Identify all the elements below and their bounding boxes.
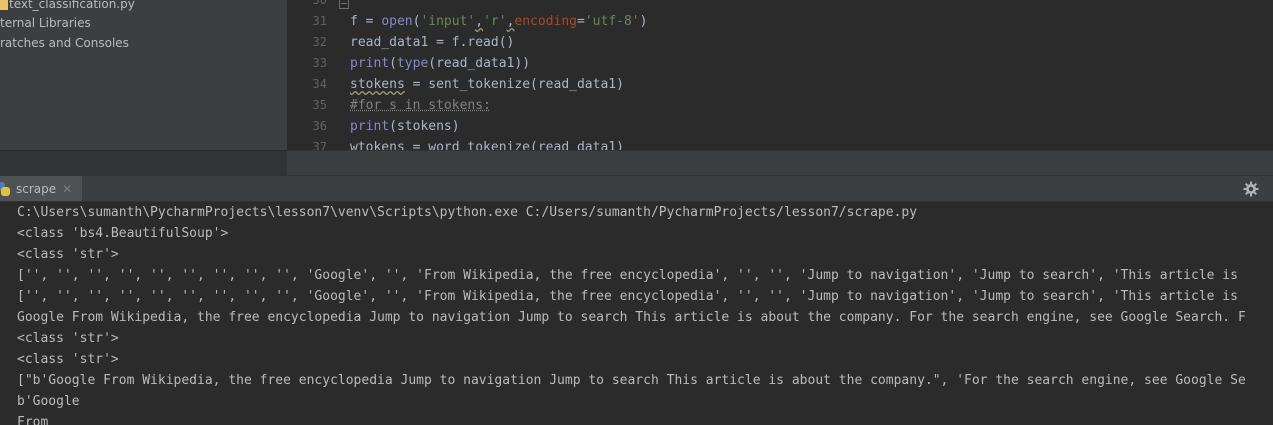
- line-number: 37: [312, 140, 327, 150]
- code-token: =: [577, 14, 585, 29]
- code-line[interactable]: print(stokens): [350, 116, 647, 137]
- python-icon: [0, 182, 10, 196]
- console-line: <class 'str'>: [17, 352, 119, 367]
- code-token: = sent_tokenize(read_data1): [404, 77, 624, 92]
- line-number: 34: [312, 77, 327, 91]
- console-line: <class 'bs4.BeautifulSoup'>: [17, 226, 229, 241]
- code-editor[interactable]: 30 31 32 33 34 35 36 37 """ f = open ( 'input','r'…: [287, 0, 1273, 150]
- line-number-gutter: 30 31 32 33 34 35 36 37: [287, 0, 327, 150]
- code-area[interactable]: """ f = open('input','r',encoding='utf-8'…: [350, 0, 647, 150]
- tab-run-scrape[interactable]: scrape ✕: [0, 176, 83, 202]
- line-number: 30: [312, 0, 327, 7]
- code-token: """: [350, 0, 374, 8]
- line-number: 35: [312, 98, 327, 112]
- python-file-icon: [0, 0, 8, 10]
- code-token: print: [350, 119, 390, 134]
- code-token: #for s in stokens:: [350, 98, 491, 113]
- code-token: stokens: [350, 77, 405, 92]
- console-line: ['', '', '', '', '', '', '', '', '', 'Go…: [17, 268, 1238, 283]
- tree-item-external-libraries[interactable]: ternal Libraries: [0, 13, 91, 33]
- code-line[interactable]: wtokens = word_tokenize(read_data1): [350, 137, 647, 150]
- code-token: encoding: [514, 14, 578, 29]
- code-token: f =: [350, 14, 382, 29]
- line-number: 31: [312, 14, 327, 28]
- code-token: ,: [475, 14, 484, 29]
- console-line: Google From Wikipedia, the free encyclop…: [17, 310, 1246, 325]
- gear-icon[interactable]: [1243, 181, 1259, 197]
- code-line[interactable]: print(type(read_data1)): [350, 53, 647, 74]
- code-token: 'r': [483, 14, 507, 29]
- project-panel: text_classification.py ternal Libraries …: [0, 0, 287, 150]
- line-number: 33: [312, 56, 327, 70]
- code-line[interactable]: """: [350, 0, 647, 11]
- code-line[interactable]: read_data1 = f.read(): [350, 32, 647, 53]
- editor-bottom-strip: [0, 151, 1273, 175]
- console-line: ['', '', '', '', '', '', '', '', '', 'Go…: [17, 289, 1238, 304]
- code-token: print: [350, 56, 390, 71]
- tree-item-label: ratches and Consoles: [0, 36, 129, 50]
- run-toolwindow-header: scrape ✕: [0, 175, 1273, 202]
- code-token: (read_data1)): [428, 56, 531, 71]
- console-line: C:\Users\sumanth\PycharmProjects\lesson7…: [17, 205, 918, 220]
- console-line: b'Google: [17, 394, 80, 409]
- code-line[interactable]: #for s in stokens:: [350, 95, 647, 116]
- tree-item-label: text_classification.py: [9, 0, 135, 11]
- code-token: type: [396, 56, 429, 71]
- fold-marker-icon[interactable]: [339, 0, 349, 9]
- code-token: (: [389, 56, 397, 71]
- console-line: ["b'Google From Wikipedia, the free ency…: [17, 373, 1246, 388]
- top-area: text_classification.py ternal Libraries …: [0, 0, 1273, 150]
- line-number: 36: [312, 119, 327, 133]
- code-token: 'utf-8': [584, 14, 640, 29]
- code-line[interactable]: stokens = sent_tokenize(read_data1): [350, 74, 647, 95]
- code-token: wtokens = word_tokenize(read_data1): [350, 140, 624, 150]
- console-line: <class 'str'>: [17, 331, 119, 346]
- code-token: 'input': [420, 14, 476, 29]
- console-line: From: [17, 415, 49, 425]
- run-tab-label: scrape: [16, 182, 57, 196]
- tree-item-label: ternal Libraries: [0, 16, 91, 30]
- tree-item-text-classification[interactable]: text_classification.py: [0, 0, 135, 14]
- code-token: (stokens): [389, 119, 460, 134]
- line-number: 32: [312, 35, 327, 49]
- run-console-output[interactable]: C:\Users\sumanth\PycharmProjects\lesson7…: [0, 202, 1273, 425]
- strip-left: [0, 151, 287, 175]
- close-icon[interactable]: ✕: [62, 182, 72, 196]
- ide-window: text_classification.py ternal Libraries …: [0, 0, 1273, 425]
- code-token: ): [639, 14, 648, 29]
- code-line[interactable]: f = open('input','r',encoding='utf-8'): [350, 11, 647, 32]
- code-token: open: [381, 14, 413, 29]
- tree-item-scratches-consoles[interactable]: ratches and Consoles: [0, 33, 129, 53]
- code-token: read_data1 = f.read(): [350, 35, 515, 50]
- console-line: <class 'str'>: [17, 247, 119, 262]
